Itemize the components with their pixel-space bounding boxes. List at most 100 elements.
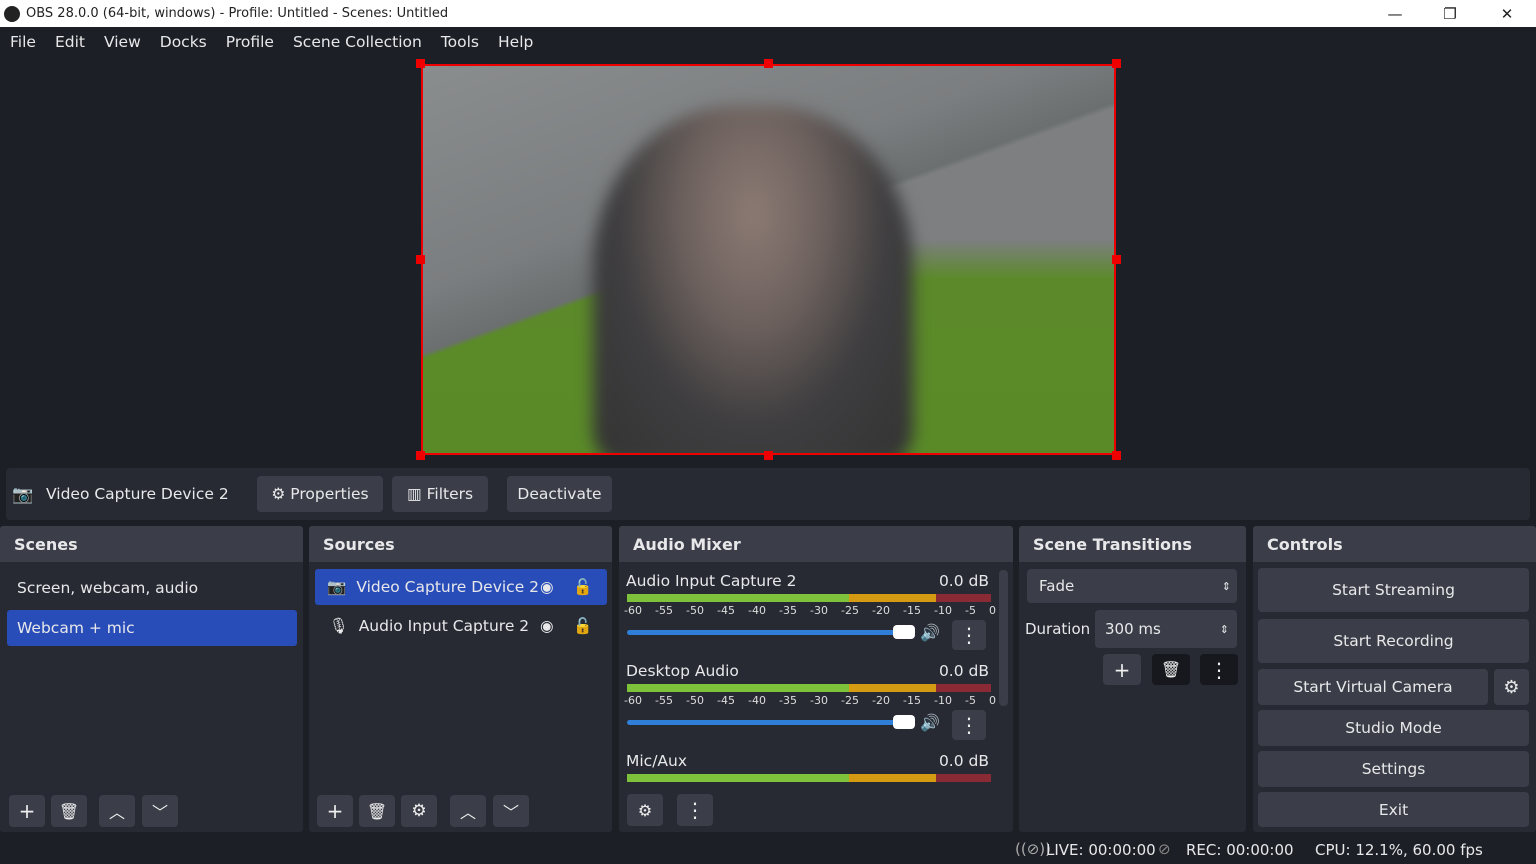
resize-handle[interactable] <box>1112 255 1121 264</box>
live-time: LIVE: 00:00:00 <box>1046 841 1156 859</box>
channel-menu-button[interactable]: ⋮ <box>952 710 986 740</box>
unlock-icon[interactable]: 🔓 <box>573 578 592 596</box>
menu-edit[interactable]: Edit <box>55 33 85 51</box>
volume-meter <box>627 684 991 692</box>
resize-handle[interactable] <box>416 255 425 264</box>
exit-button[interactable]: Exit <box>1258 792 1529 827</box>
speaker-icon[interactable]: 🔊 <box>920 713 940 732</box>
gear-icon: ⚙ <box>271 485 286 503</box>
meter-tick-label: -5 <box>965 604 976 617</box>
resize-handle[interactable] <box>416 59 425 68</box>
add-scene-button[interactable]: + <box>9 795 45 827</box>
mixer-scrollbar[interactable] <box>999 570 1008 706</box>
menu-view[interactable]: View <box>104 33 141 51</box>
menu-help[interactable]: Help <box>498 33 533 51</box>
channel-menu-button[interactable]: ⋮ <box>952 620 986 650</box>
source-item[interactable]: 🎙 Audio Input Capture 2 ◉ 🔓 <box>315 608 607 644</box>
cpu-fps: CPU: 12.1%, 60.00 fps <box>1315 841 1483 859</box>
start-recording-button[interactable]: Start Recording <box>1258 619 1529 663</box>
remove-source-button[interactable]: 🗑 <box>359 795 395 827</box>
gear-icon: ⚙ <box>1503 676 1520 698</box>
meter-tick-label: 0 <box>989 604 996 617</box>
meter-tick-label: -50 <box>686 694 704 707</box>
spin-arrows-icon[interactable]: ⇕ <box>1220 623 1229 636</box>
channel-level: 0.0 dB <box>938 752 989 770</box>
resize-handle[interactable] <box>1112 451 1121 460</box>
source-name: Audio Input Capture 2 <box>358 617 530 635</box>
meter-green-segment <box>627 594 850 602</box>
meter-tick-label: -35 <box>779 604 797 617</box>
studio-mode-button[interactable]: Studio Mode <box>1258 710 1529 746</box>
start-virtual-camera-button[interactable]: Start Virtual Camera <box>1258 669 1488 705</box>
window-title: OBS 28.0.0 (64-bit, windows) - Profile: … <box>26 6 449 21</box>
meter-tick-label: -10 <box>934 694 952 707</box>
advanced-audio-properties-button[interactable]: ⚙ <box>627 794 663 826</box>
eye-icon[interactable]: ◉ <box>540 578 554 596</box>
move-source-down-button[interactable]: ﹀ <box>493 795 529 827</box>
volume-meter <box>627 774 991 782</box>
channel-level: 0.0 dB <box>938 662 989 680</box>
meter-tick-label: 0 <box>989 694 996 707</box>
settings-button[interactable]: Settings <box>1258 751 1529 787</box>
move-scene-up-button[interactable]: ︿ <box>99 795 135 827</box>
transition-menu-button[interactable]: ⋮ <box>1200 654 1238 685</box>
filters-button[interactable]: ▥ Filters <box>392 476 488 512</box>
resize-handle[interactable] <box>764 59 773 68</box>
unlock-icon[interactable]: 🔓 <box>573 617 592 635</box>
duration-label: Duration <box>1025 620 1091 638</box>
add-transition-button[interactable]: + <box>1103 654 1141 685</box>
volume-slider-handle[interactable] <box>893 625 915 639</box>
source-properties-button[interactable]: ⚙ <box>401 795 437 827</box>
speaker-icon[interactable]: 🔊 <box>920 623 940 642</box>
sources-dock: Sources 📷 Video Capture Device 2 ◉ 🔓 🎙 A… <box>309 526 612 832</box>
transition-select[interactable]: Fade ⇕ <box>1027 569 1237 603</box>
menu-file[interactable]: File <box>10 33 36 51</box>
volume-slider[interactable] <box>627 715 915 729</box>
menu-tools[interactable]: Tools <box>441 33 479 51</box>
move-scene-down-button[interactable]: ﹀ <box>142 795 178 827</box>
eye-icon[interactable]: ◉ <box>540 617 554 635</box>
meter-tick-label: -25 <box>841 694 859 707</box>
resize-handle[interactable] <box>1112 59 1121 68</box>
camera-icon: 📷 <box>327 578 347 596</box>
channel-name: Mic/Aux <box>626 752 688 770</box>
preview-canvas[interactable] <box>421 64 1116 455</box>
menu-profile[interactable]: Profile <box>226 33 274 51</box>
properties-label: Properties <box>290 485 369 503</box>
start-streaming-button[interactable]: Start Streaming <box>1258 568 1529 612</box>
duration-spinbox[interactable]: 300 ms ⇕ <box>1095 610 1237 648</box>
restore-button[interactable]: ❐ <box>1427 0 1473 27</box>
close-button[interactable]: ✕ <box>1484 0 1530 27</box>
meter-tick-label: -30 <box>810 604 828 617</box>
webcam-feed <box>593 106 913 453</box>
menu-docks[interactable]: Docks <box>160 33 207 51</box>
meter-tick-label: -35 <box>779 694 797 707</box>
minimize-button[interactable]: — <box>1372 0 1418 27</box>
meter-tick-label: -50 <box>686 604 704 617</box>
deactivate-button[interactable]: Deactivate <box>507 476 612 512</box>
scene-item-selected[interactable]: Webcam + mic <box>7 610 297 646</box>
meter-tick-label: -60 <box>624 694 642 707</box>
source-item-selected[interactable]: 📷 Video Capture Device 2 ◉ 🔓 <box>315 569 607 605</box>
volume-slider[interactable] <box>627 625 915 639</box>
volume-slider-handle[interactable] <box>893 715 915 729</box>
remove-scene-button[interactable]: 🗑 <box>51 795 87 827</box>
meter-tick-label: -15 <box>903 604 921 617</box>
filters-label: Filters <box>426 485 474 503</box>
move-source-up-button[interactable]: ︿ <box>450 795 486 827</box>
remove-transition-button[interactable]: 🗑 <box>1152 654 1190 685</box>
scene-item[interactable]: Screen, webcam, audio <box>7 570 297 606</box>
mixer-menu-button[interactable]: ⋮ <box>677 794 713 826</box>
duration-value: 300 ms <box>1105 620 1161 638</box>
properties-button[interactable]: ⚙ Properties <box>257 476 383 512</box>
filter-icon: ▥ <box>406 485 422 503</box>
controls-title: Controls <box>1253 526 1536 562</box>
add-source-button[interactable]: + <box>317 795 353 827</box>
menu-scene-collection[interactable]: Scene Collection <box>293 33 422 51</box>
virtual-camera-settings-button[interactable]: ⚙ <box>1494 669 1529 705</box>
scene-transitions-dock: Scene Transitions Fade ⇕ Duration 300 ms… <box>1019 526 1246 832</box>
resize-handle[interactable] <box>764 451 773 460</box>
meter-yellow-segment <box>849 594 937 602</box>
resize-handle[interactable] <box>416 451 425 460</box>
meter-tick-label: -55 <box>655 604 673 617</box>
